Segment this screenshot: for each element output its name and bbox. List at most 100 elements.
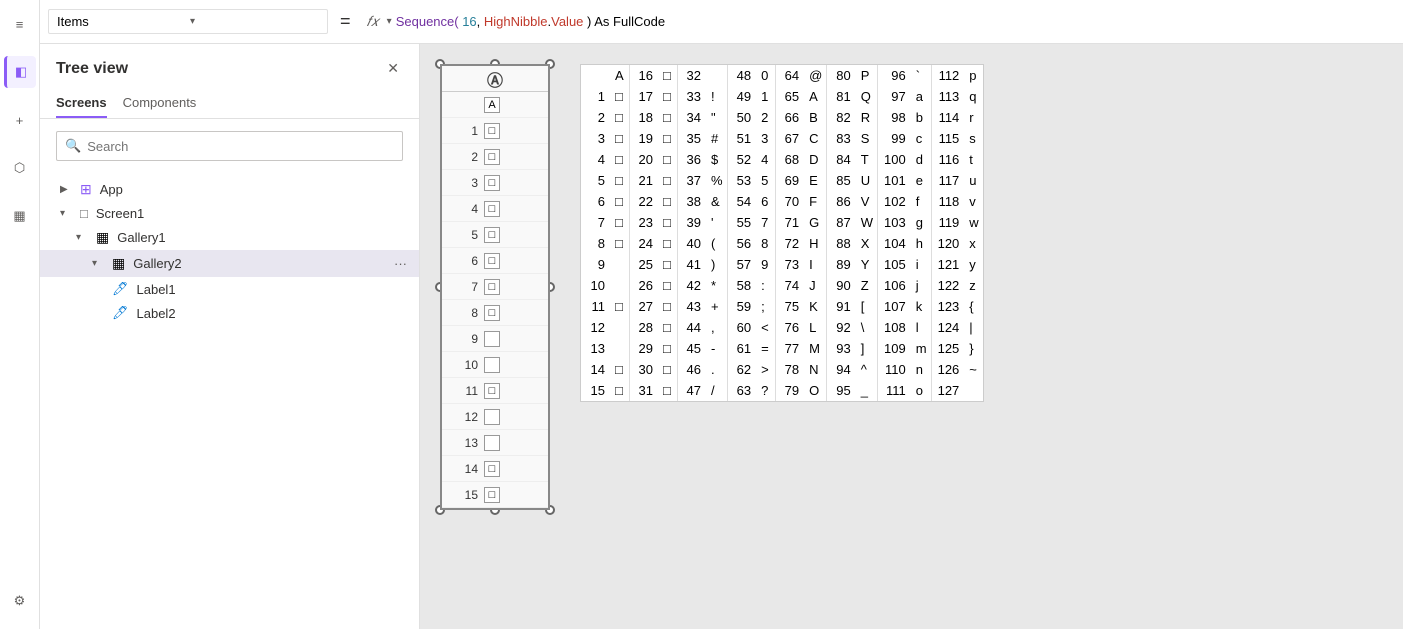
table-cell-num: 49 [727, 86, 757, 107]
table-cell-num: 126 [931, 359, 965, 380]
row-checkbox[interactable]: □ [484, 279, 500, 295]
table-cell-num: 110 [878, 359, 912, 380]
table-cell-char: X [857, 233, 878, 254]
settings-icon[interactable]: ⚙ [4, 585, 36, 617]
table-cell-char: h [912, 233, 931, 254]
table-cell-char: □ [659, 233, 677, 254]
layers-icon[interactable]: ◧ [4, 56, 36, 88]
table-cell-num: 28 [629, 317, 659, 338]
table-cell-num: 4 [581, 149, 611, 170]
gallery-row: 12 [442, 404, 548, 430]
hamburger-icon[interactable]: ≡ [4, 8, 36, 40]
table-cell-char: [ [857, 296, 878, 317]
formula-rest: ) As FullCode [583, 14, 665, 29]
tree-item-gallery2[interactable]: ▾ ▦ Gallery2 ··· [40, 250, 419, 277]
table-cell-num: 15 [581, 380, 611, 401]
row-number: 9 [446, 332, 478, 346]
row-checkbox[interactable]: □ [484, 487, 500, 503]
search-input[interactable] [87, 139, 394, 154]
table-cell-char: * [707, 275, 727, 296]
tree-item-label2[interactable]: 🖊 Label2 [40, 301, 419, 325]
table-cell-char [707, 65, 727, 86]
table-cell-char: u [965, 170, 983, 191]
app-icon: ⊞ [80, 181, 92, 198]
row-checkbox[interactable] [484, 357, 500, 373]
row-checkbox[interactable]: □ [484, 305, 500, 321]
row-checkbox[interactable]: □ [484, 149, 500, 165]
search-box: 🔍 [56, 131, 403, 161]
table-cell-num: 36 [677, 149, 707, 170]
table-cell-char: V [857, 191, 878, 212]
table-cell-char [611, 275, 629, 296]
gallery-header-row: Ⓐ [442, 66, 548, 92]
table-cell-char [965, 380, 983, 401]
table-cell-char: g [912, 212, 931, 233]
row-checkbox[interactable] [484, 435, 500, 451]
table-cell-char: a [912, 86, 931, 107]
row-checkbox[interactable] [484, 409, 500, 425]
row-checkbox[interactable]: □ [484, 123, 500, 139]
row-number: 15 [446, 488, 478, 502]
table-cell-num: 33 [677, 86, 707, 107]
row-checkbox[interactable]: □ [484, 383, 500, 399]
tree-item-screen1[interactable]: ▾ □ Screen1 [40, 202, 419, 225]
row-checkbox[interactable] [484, 331, 500, 347]
gallery-component[interactable]: Ⓐ A 1 □ 2 □ 3 □ 4 □ 5 □ 6 □ 7 □ 8 □ 9 10… [440, 64, 550, 510]
table-cell-char: t [965, 149, 983, 170]
table-row: 15□31□47/63?79O95_111o127 [581, 380, 983, 401]
gallery-rows: A 1 □ 2 □ 3 □ 4 □ 5 □ 6 □ 7 □ 8 □ 9 10 1… [442, 92, 548, 508]
table-cell-num: 65 [775, 86, 805, 107]
tree-item-gallery1[interactable]: ▾ ▦ Gallery1 [40, 225, 419, 250]
table-cell-num: 112 [931, 65, 965, 86]
table-cell-num: 86 [827, 191, 857, 212]
row-checkbox[interactable]: □ [484, 201, 500, 217]
gallery-row: 5 □ [442, 222, 548, 248]
shapes-icon[interactable]: ⬡ [4, 152, 36, 184]
gallery-row: 4 □ [442, 196, 548, 222]
formula-display: Sequence( 16, HighNibble.Value ) As Full… [396, 14, 665, 29]
table-cell-num: 109 [878, 338, 912, 359]
add-icon[interactable]: + [4, 104, 36, 136]
more-options-icon[interactable]: ··· [390, 254, 411, 273]
table-row: 925□41)57973I89Y105i121y [581, 254, 983, 275]
row-checkbox[interactable]: □ [484, 227, 500, 243]
tab-components[interactable]: Components [123, 89, 197, 118]
table-cell-num: 115 [931, 128, 965, 149]
table-cell-char: ~ [965, 359, 983, 380]
table-cell-char: J [805, 275, 827, 296]
gallery-row: A [442, 92, 548, 118]
gallery-row: 15 □ [442, 482, 548, 508]
gallery-row: 3 □ [442, 170, 548, 196]
table-cell-char: M [805, 338, 827, 359]
row-checkbox[interactable]: □ [484, 175, 500, 191]
row-checkbox[interactable]: A [484, 97, 500, 113]
canvas-area: Ⓐ A 1 □ 2 □ 3 □ 4 □ 5 □ 6 □ 7 □ 8 □ 9 10… [420, 44, 1403, 629]
table-cell-num: 116 [931, 149, 965, 170]
row-checkbox[interactable]: □ [484, 253, 500, 269]
table-cell-num: 21 [629, 170, 659, 191]
table-cell-char: } [965, 338, 983, 359]
row-checkbox[interactable]: □ [484, 461, 500, 477]
table-cell-num: 56 [727, 233, 757, 254]
table-cell-num: 8 [581, 233, 611, 254]
table-row: 2□18□34"50266B82R98b114r [581, 107, 983, 128]
table-cell-char: O [805, 380, 827, 401]
table-cell-num: 7 [581, 212, 611, 233]
components-icon[interactable]: ▦ [4, 200, 36, 232]
row-number: 2 [446, 150, 478, 164]
table-cell-char: 7 [757, 212, 775, 233]
table-row: A16□3248064@80P96`112p [581, 65, 983, 86]
gallery2-icon: ▦ [112, 255, 125, 272]
tree-item-app[interactable]: ▶ ⊞ App [40, 177, 419, 202]
expand-icon: ▾ [92, 258, 108, 269]
table-cell-char: \ [857, 317, 878, 338]
table-cell-char: , [707, 317, 727, 338]
tab-screens[interactable]: Screens [56, 89, 107, 118]
tree-item-label1[interactable]: 🖊 Label1 [40, 277, 419, 301]
table-cell-char: 1 [757, 86, 775, 107]
gallery-left-panel: Ⓐ A 1 □ 2 □ 3 □ 4 □ 5 □ 6 □ 7 □ 8 □ 9 10… [440, 64, 550, 510]
items-dropdown[interactable]: Items ▾ [48, 9, 328, 34]
expand-icon: ▾ [60, 208, 76, 219]
close-icon[interactable]: ✕ [383, 56, 403, 81]
table-cell-num: 111 [878, 380, 912, 401]
